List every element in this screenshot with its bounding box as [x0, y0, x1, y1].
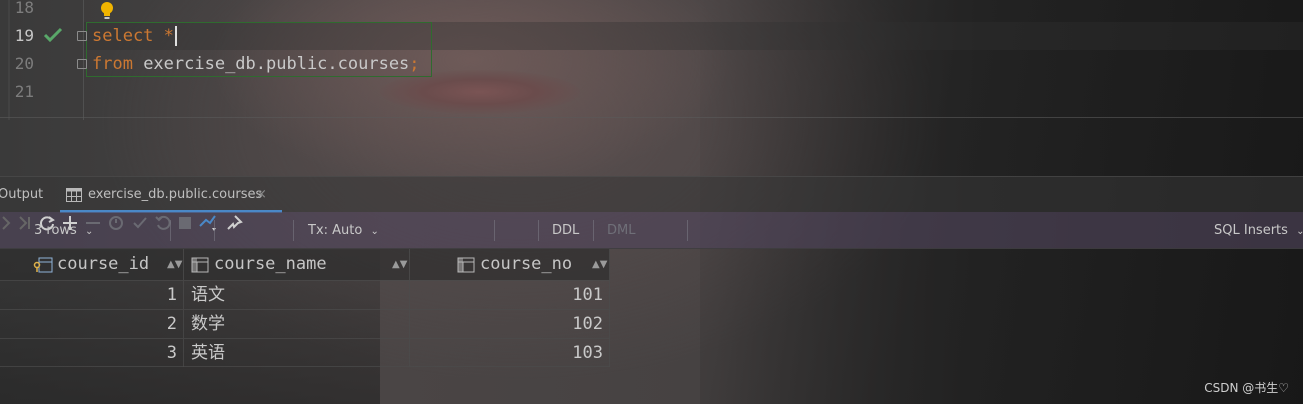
table-row[interactable]: 2 数学 102	[0, 309, 610, 338]
cell-course-id[interactable]: 1	[0, 281, 184, 309]
cell-course-id[interactable]: 3	[0, 339, 184, 367]
toolbar-separator	[293, 220, 294, 241]
toolbar-separator	[538, 220, 539, 241]
next-page-icon[interactable]	[0, 214, 12, 232]
last-page-icon[interactable]	[17, 214, 33, 232]
cell-course-name[interactable]: 语文	[184, 281, 410, 309]
stop-icon[interactable]	[177, 214, 193, 232]
chevron-down-icon: ⌄	[1296, 226, 1303, 237]
rollback-icon[interactable]	[154, 214, 172, 232]
watermark: CSDN @书生♡	[1204, 381, 1289, 395]
fold-icon[interactable]	[77, 31, 87, 41]
editor-divider	[0, 117, 1303, 118]
fold-icon[interactable]	[77, 59, 87, 69]
primary-key-column-icon	[33, 257, 53, 273]
table-row[interactable]: 1 语文 101	[0, 280, 610, 309]
toolbar-separator	[687, 220, 688, 241]
export-format-label: SQL Inserts	[1214, 223, 1288, 238]
code-line: 21	[0, 78, 1303, 106]
sort-icon[interactable]: ▲▼	[392, 249, 407, 280]
tab-output[interactable]: Output	[0, 177, 43, 213]
column-header-course-name[interactable]: course_name ▲▼	[184, 249, 410, 280]
line-number: 18	[14, 0, 34, 17]
cell-course-no[interactable]: 101	[410, 281, 610, 309]
toolbar-separator	[494, 220, 495, 241]
statement-outline	[86, 22, 432, 77]
toolbar-separator	[170, 220, 171, 241]
results-toolbar: 3 rows ⌄ Tx: Auto ⌄ DDL DML SQL Inserts …	[0, 212, 1303, 249]
compare-icon[interactable]	[198, 212, 220, 232]
sql-editor[interactable]: 18 19 select * 20 from exercise_db.publi…	[0, 0, 1303, 120]
grid-header: course_id ▲▼ course_name ▲▼ course_no ▲▼	[0, 249, 610, 280]
dml-button[interactable]: DML	[607, 212, 635, 249]
code-line: 18	[0, 0, 1303, 22]
ddl-button[interactable]: DDL	[552, 212, 579, 249]
sort-icon[interactable]: ▲▼	[592, 249, 607, 280]
sort-icon[interactable]: ▲▼	[167, 249, 182, 280]
table-icon	[66, 188, 82, 202]
column-header-course-id[interactable]: course_id ▲▼	[0, 249, 184, 280]
chevron-down-icon: ⌄	[84, 226, 94, 237]
cell-course-id[interactable]: 2	[0, 310, 184, 338]
column-header-label: course_name	[214, 254, 327, 274]
cell-course-no[interactable]: 102	[410, 310, 610, 338]
column-header-course-no[interactable]: course_no ▲▼	[410, 249, 610, 280]
column-icon	[457, 257, 475, 273]
cell-course-no[interactable]: 103	[410, 339, 610, 367]
tx-mode-dropdown[interactable]: Tx: Auto ⌄	[308, 212, 379, 249]
cell-course-name[interactable]: 英语	[184, 339, 410, 367]
column-header-label: course_no	[480, 254, 573, 274]
tab-courses-result[interactable]: exercise_db.public.courses ×	[60, 177, 282, 213]
close-icon[interactable]: ×	[256, 177, 267, 213]
chevron-down-icon: ⌄	[370, 226, 379, 237]
table-row[interactable]: 3 英语 103	[0, 338, 610, 367]
commit-icon[interactable]	[131, 214, 149, 232]
line-number: 20	[14, 54, 34, 73]
tx-mode-label: Tx: Auto	[308, 223, 363, 238]
pin-icon[interactable]	[225, 214, 243, 232]
column-header-label: course_id	[57, 254, 150, 274]
toolbar-separator	[593, 220, 594, 241]
column-icon	[191, 257, 209, 273]
results-tab-bar: Output exercise_db.public.courses ×	[0, 176, 1303, 213]
rows-count-label: 3 rows	[34, 223, 77, 238]
line-number: 19	[14, 26, 34, 45]
line-number: 21	[14, 82, 34, 101]
history-icon[interactable]	[107, 214, 125, 232]
toolbar-separator	[214, 220, 215, 241]
cell-course-name[interactable]: 数学	[184, 310, 410, 338]
export-format-dropdown[interactable]: SQL Inserts ⌄	[1214, 212, 1303, 249]
rows-count-dropdown[interactable]: 3 rows ⌄	[34, 212, 93, 249]
check-icon	[43, 27, 63, 43]
tab-label: exercise_db.public.courses	[88, 187, 263, 202]
